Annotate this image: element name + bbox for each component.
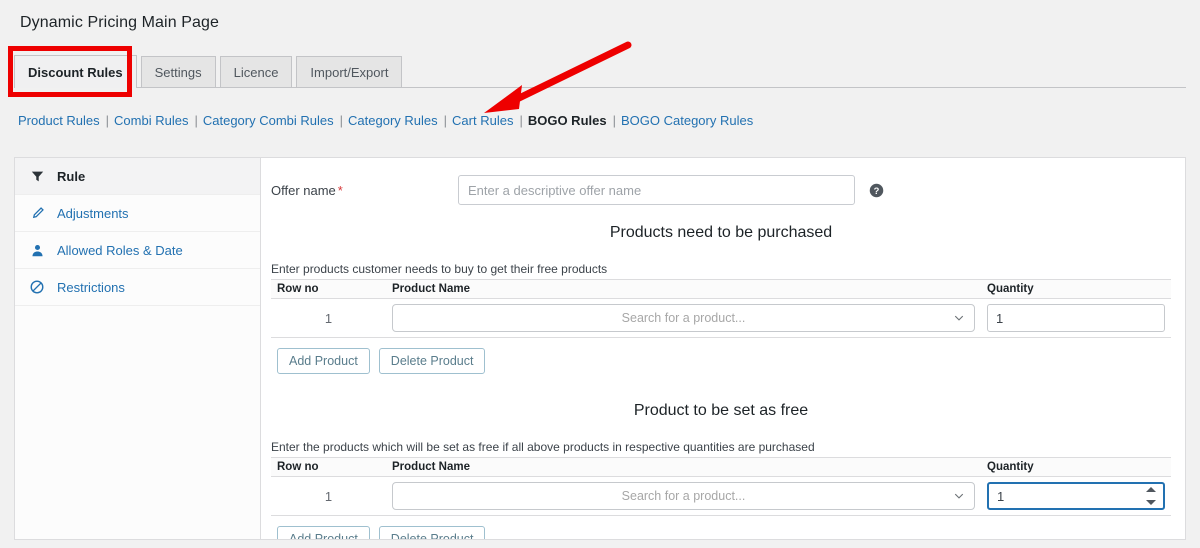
add-product-button[interactable]: Add Product (277, 348, 370, 374)
column-header-quantity: Quantity (981, 280, 1171, 299)
rule-content: Offer name* ? Products need to be purcha… (261, 158, 1185, 539)
delete-product-button[interactable]: Delete Product (379, 348, 486, 374)
products-purchased-button-row: Add Product Delete Product (271, 348, 1171, 374)
table-header-row: Row no Product Name Quantity (271, 280, 1171, 299)
subnav-item-cart-rules[interactable]: Cart Rules (452, 113, 513, 128)
product-name-cell: Search for a product... (386, 299, 981, 338)
rule-sidebar: Rule Adjustments Allowed Roles & Date Re… (15, 158, 261, 539)
column-header-quantity: Quantity (981, 458, 1171, 477)
subnav-item-combi-rules[interactable]: Combi Rules (114, 113, 188, 128)
spinner-up-icon[interactable] (1146, 487, 1156, 492)
subnav-item-category-rules[interactable]: Category Rules (348, 113, 438, 128)
tab-label: Licence (234, 66, 279, 79)
section-description-free-product: Enter the products which will be set as … (271, 440, 1171, 454)
rule-type-subnav: Product Rules | Combi Rules | Category C… (18, 113, 753, 128)
sidebar-item-allowed-roles-and-date[interactable]: Allowed Roles & Date (15, 232, 260, 269)
subnav-separator: | (519, 113, 522, 128)
offer-name-label-text: Offer name (271, 183, 336, 198)
add-product-button-label: Add Product (289, 354, 358, 368)
column-header-row-no: Row no (271, 458, 386, 477)
subnav-separator: | (444, 113, 447, 128)
free-products-button-row: Add Product Delete Product (271, 526, 1171, 540)
sidebar-item-label: Allowed Roles & Date (57, 243, 183, 258)
product-name-cell: Search for a product... (386, 477, 981, 516)
sidebar-item-adjustments[interactable]: Adjustments (15, 195, 260, 232)
product-search-placeholder: Search for a product... (622, 489, 746, 503)
primary-tab-strip: Discount Rules Settings Licence Import/E… (14, 55, 1186, 88)
quantity-input[interactable] (987, 482, 1165, 510)
quantity-cell (981, 299, 1171, 338)
tab-discount-rules[interactable]: Discount Rules (14, 55, 137, 88)
offer-name-input[interactable] (458, 175, 855, 205)
quantity-input[interactable] (987, 304, 1165, 332)
sidebar-item-rule[interactable]: Rule (15, 158, 260, 195)
subnav-separator: | (340, 113, 343, 128)
quantity-stepper-wrap (987, 304, 1165, 332)
subnav-item-category-combi-rules[interactable]: Category Combi Rules (203, 113, 334, 128)
rule-editor-panel: Rule Adjustments Allowed Roles & Date Re… (14, 157, 1186, 540)
subnav-separator: | (613, 113, 616, 128)
spinner-down-icon[interactable] (1146, 500, 1156, 505)
sidebar-item-label: Rule (57, 169, 85, 184)
funnel-icon (27, 168, 47, 184)
column-header-row-no: Row no (271, 280, 386, 299)
product-search-select[interactable]: Search for a product... (392, 482, 975, 510)
sidebar-item-label: Restrictions (57, 280, 125, 295)
row-number-cell: 1 (271, 299, 386, 338)
subnav-separator: | (194, 113, 197, 128)
products-purchased-table: Row no Product Name Quantity 1 Search fo… (271, 279, 1171, 338)
quantity-spinner[interactable] (1146, 487, 1156, 505)
svg-text:?: ? (874, 185, 880, 195)
tab-label: Discount Rules (28, 66, 123, 79)
table-row: 1 Search for a product... (271, 299, 1171, 338)
subnav-item-bogo-category-rules[interactable]: BOGO Category Rules (621, 113, 753, 128)
sidebar-item-label: Adjustments (57, 206, 129, 221)
add-product-button-label: Add Product (289, 532, 358, 540)
free-products-table: Row no Product Name Quantity 1 Search fo… (271, 457, 1171, 516)
page-title: Dynamic Pricing Main Page (20, 14, 219, 32)
tab-settings[interactable]: Settings (141, 56, 216, 87)
sidebar-item-restrictions[interactable]: Restrictions (15, 269, 260, 306)
chevron-down-icon (953, 490, 965, 502)
offer-name-row: Offer name* ? (271, 174, 1171, 206)
subnav-item-product-rules[interactable]: Product Rules (18, 113, 100, 128)
quantity-stepper-wrap (987, 482, 1165, 510)
section-description-products-purchased: Enter products customer needs to buy to … (271, 262, 1171, 276)
column-header-product-name: Product Name (386, 280, 981, 299)
subnav-separator: | (106, 113, 109, 128)
chevron-down-icon (953, 312, 965, 324)
user-icon (27, 242, 47, 258)
row-number-cell: 1 (271, 477, 386, 516)
required-asterisk: * (338, 183, 343, 198)
offer-name-label: Offer name* (271, 183, 458, 198)
add-product-button[interactable]: Add Product (277, 526, 370, 540)
tab-import-export[interactable]: Import/Export (296, 56, 402, 87)
table-row: 1 Search for a product... (271, 477, 1171, 516)
quantity-cell (981, 477, 1171, 516)
subnav-item-bogo-rules[interactable]: BOGO Rules (528, 113, 607, 128)
tab-label: Import/Export (310, 66, 388, 79)
product-search-placeholder: Search for a product... (622, 311, 746, 325)
ban-icon (27, 279, 47, 295)
delete-product-button-label: Delete Product (391, 532, 474, 540)
product-search-select[interactable]: Search for a product... (392, 304, 975, 332)
tab-label: Settings (155, 66, 202, 79)
column-header-product-name: Product Name (386, 458, 981, 477)
section-title-products-purchased: Products need to be purchased (271, 224, 1171, 242)
table-header-row: Row no Product Name Quantity (271, 458, 1171, 477)
tab-licence[interactable]: Licence (220, 56, 293, 87)
pencil-icon (27, 205, 47, 221)
delete-product-button-label: Delete Product (391, 354, 474, 368)
section-title-free-product: Product to be set as free (271, 402, 1171, 420)
help-circle-icon[interactable]: ? (869, 183, 884, 198)
delete-product-button[interactable]: Delete Product (379, 526, 486, 540)
